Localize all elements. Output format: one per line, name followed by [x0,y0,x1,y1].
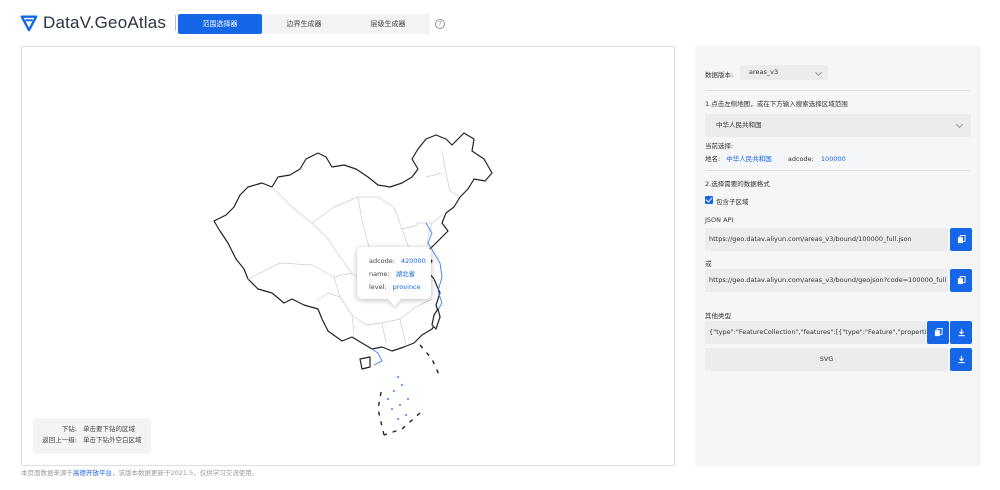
tooltip-name: name: 湖北省 [369,270,416,278]
map-panel[interactable]: adcode: 420000 name: 湖北省 level: province 下钻… [21,46,675,466]
china-map[interactable] [22,47,675,466]
or-label: 或 [705,260,712,268]
tooltip-adcode: adcode: 420000 [369,257,426,265]
mode-tabs: 范围选择器 边界生成器 层级生成器 [178,14,430,34]
svg-format-field[interactable]: SVG [705,348,948,371]
copy-geojson-button[interactable] [927,321,949,344]
copy-icon [934,328,943,337]
divider [705,170,971,171]
copy-icon [957,235,966,244]
amap-link[interactable]: 高德开放平台 [73,469,112,477]
logo[interactable]: DataV.GeoAtlas [20,13,177,33]
island-hainan [359,356,371,370]
download-svg-button[interactable] [950,348,972,371]
help-icon[interactable]: ? [435,19,445,29]
json-api-url-field[interactable]: https://geo.datav.aliyun.com/areas_v3/bo… [705,228,948,251]
download-icon [957,355,965,364]
chevron-down-icon [814,68,823,77]
brand-divider [175,15,177,31]
legend-drill: 下钻: 单击要下钻的区域 [61,425,135,433]
step1-label: 1.点击左侧地图，或在下方输入搜索选择区域范围 [705,100,848,108]
step2-label: 2.选择需要的数据格式 [705,180,770,188]
tooltip-level: level: province [369,283,421,291]
map-legend: 下钻: 单击要下钻的区域 返回上一级: 单击下钻外空白区域 [33,418,151,454]
data-source-note: 本页面数据来源于高德开放平台，该版本数据更新于2021.5，仅供学习交流使用。 [21,469,259,477]
region-search-select[interactable]: 中华人民共和国 [705,114,971,137]
version-select[interactable]: areas_v3 [740,65,828,80]
other-types-label: 其他类型 [705,312,731,320]
download-icon [957,328,965,337]
tab-range-selector[interactable]: 范围选择器 [178,14,262,34]
download-geojson-button[interactable] [950,321,972,344]
current-adcode: 100000 [820,155,846,163]
region-tooltip: adcode: 420000 name: 湖北省 level: province [357,247,431,299]
current-place: 中华人民共和国 [726,155,772,163]
mainland-outline [213,132,493,352]
chevron-down-icon [955,120,964,129]
version-label: 数据版本: [705,71,734,79]
include-subregion-label[interactable]: 包含子区域 [716,196,749,206]
options-panel: 数据版本: areas_v3 1.点击左侧地图，或在下方输入搜索选择区域范围 中… [695,46,981,466]
header: DataV.GeoAtlas 范围选择器 边界生成器 层级生成器 ? [0,0,1000,46]
include-subregion-checkbox[interactable] [705,196,713,204]
copy-geojson-url-button[interactable] [950,269,972,292]
tab-level-generator[interactable]: 层级生成器 [346,14,430,34]
tab-boundary-generator[interactable]: 边界生成器 [262,14,346,34]
copy-icon [957,276,966,285]
datav-logo-icon [20,15,38,32]
current-selection: 地名: 中华人民共和国 adcode: 100000 [705,155,846,163]
geojson-url-field[interactable]: https://geo.datav.aliyun.com/areas_v3/bo… [705,269,948,292]
current-selection-label: 当前选择: [705,142,734,150]
brand-name: DataV.GeoAtlas [43,13,167,32]
geojson-preview-field[interactable]: {"type":"FeatureCollection","features":[… [705,321,926,344]
divider [705,90,971,91]
json-api-label: JSON API [705,216,734,224]
copy-json-api-button[interactable] [950,228,972,251]
legend-back: 返回上一级: 单击下钻外空白区域 [42,436,142,444]
